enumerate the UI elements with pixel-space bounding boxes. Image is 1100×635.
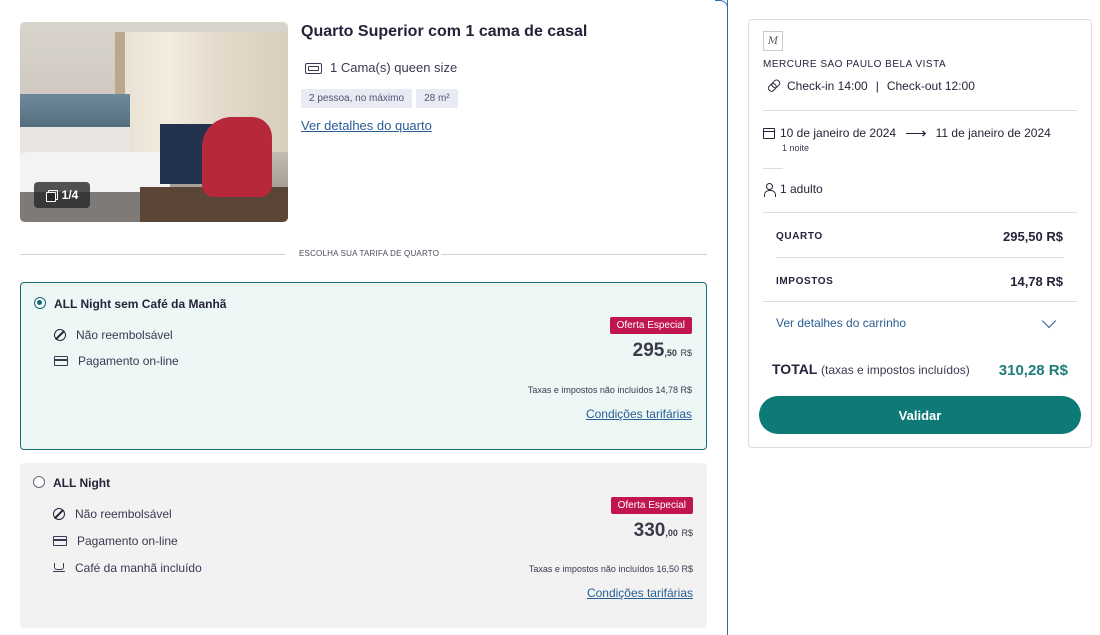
room-chips: 2 pessoa, no máximo 28 m² — [301, 89, 458, 108]
rate-2-taxes-note: Taxas e impostos não incluídos 16,50 R$ — [528, 564, 693, 574]
divider-left — [20, 254, 285, 255]
rate-1-offer-badge: Oferta Especial — [609, 317, 692, 334]
arrow-right-icon: ⟶ — [905, 125, 927, 142]
hotel-logo: M — [763, 31, 783, 51]
rate-option-1[interactable]: ALL Night sem Café da Manhã Não reembols… — [20, 282, 707, 450]
summary-divider-short — [763, 168, 783, 169]
cart-details-link[interactable]: Ver detalhes do carrinho — [776, 316, 906, 330]
room-line-value: 295,50 R$ — [1003, 229, 1063, 244]
price-integer: 295 — [632, 340, 665, 361]
rate-2-offer-badge: Oferta Especial — [610, 497, 693, 514]
feature-label: Não reembolsável — [76, 328, 173, 342]
room-card: 1/4 Quarto Superior com 1 cama de casal … — [0, 0, 728, 635]
guests-text: 1 adulto — [780, 182, 823, 196]
rate-2-feature-breakfast: Café da manhã incluído — [53, 561, 202, 575]
check-times: Check-in 14:00 | Check-out 12:00 — [767, 79, 975, 93]
rate-1-radio[interactable] — [34, 297, 46, 309]
date-to: 11 de janeiro de 2024 — [935, 126, 1051, 140]
user-icon — [764, 182, 776, 197]
rate-2-price: 330,00 R$ — [634, 520, 693, 542]
rate-divider-label: ESCOLHA SUA TARIFA DE QUARTO — [299, 249, 440, 258]
nights-count: 1 noite — [782, 143, 810, 153]
summary-divider — [763, 212, 1077, 213]
rate-1-name: ALL Night sem Café da Manhã — [54, 297, 227, 311]
taxes-line-value: 14,78 R$ — [1010, 274, 1063, 289]
credit-card-icon — [54, 356, 68, 366]
total-note: (taxas e impostos incluídos) — [821, 363, 970, 377]
rate-1-conditions-link[interactable]: Condições tarifárias — [586, 407, 692, 421]
price-currency: R$ — [680, 348, 692, 358]
bed-text: 1 Cama(s) queen size — [330, 60, 458, 75]
gallery-icon — [45, 189, 58, 202]
divider-right — [441, 254, 707, 255]
price-decimal: ,00 — [665, 528, 678, 538]
price-integer: 330 — [633, 520, 666, 541]
rate-2-feature-nonrefundable: Não reembolsável — [53, 507, 172, 521]
area-chip: 28 m² — [416, 89, 458, 108]
total-title: TOTAL — [772, 361, 818, 377]
stay-dates: 10 de janeiro de 2024 ⟶ 11 de janeiro de… — [763, 124, 1051, 142]
photo-chair — [202, 117, 272, 197]
room-photo[interactable]: 1/4 — [20, 22, 288, 222]
bed-icon — [305, 61, 322, 74]
rate-1-feature-nonrefundable: Não reembolsável — [54, 328, 173, 342]
room-details-link[interactable]: Ver detalhes do quarto — [301, 118, 432, 133]
credit-card-icon — [53, 536, 67, 546]
price-decimal: ,50 — [664, 348, 677, 358]
feature-label: Café da manhã incluído — [75, 561, 202, 575]
calendar-icon — [763, 127, 775, 139]
non-refundable-icon — [54, 329, 66, 341]
bed-info: 1 Cama(s) queen size — [305, 60, 457, 75]
summary-divider — [776, 257, 1064, 258]
price-currency: R$ — [681, 528, 693, 538]
rate-option-2[interactable]: ALL Night Não reembolsável Pagamento on-… — [20, 463, 707, 628]
summary-divider — [763, 110, 1077, 111]
checkin-time: Check-in 14:00 — [787, 79, 868, 93]
booking-summary: M MERCURE SAO PAULO BELA VISTA Check-in … — [748, 19, 1092, 448]
rate-2-feature-payment: Pagamento on-line — [53, 534, 178, 548]
feature-label: Pagamento on-line — [78, 354, 179, 368]
total-value: 310,28 R$ — [998, 362, 1068, 379]
photo-counter[interactable]: 1/4 — [34, 182, 90, 208]
rate-2-conditions-link[interactable]: Condições tarifárias — [587, 586, 693, 600]
rate-1-feature-payment: Pagamento on-line — [54, 354, 179, 368]
room-line-label: QUARTO — [776, 231, 823, 242]
non-refundable-icon — [53, 508, 65, 520]
link-icon — [765, 78, 781, 94]
summary-divider — [763, 301, 1077, 302]
guests: 1 adulto — [764, 182, 823, 197]
checkout-time: Check-out 12:00 — [886, 79, 975, 93]
rate-2-radio[interactable] — [33, 476, 45, 488]
rate-2-name: ALL Night — [53, 476, 111, 490]
feature-label: Não reembolsável — [75, 507, 172, 521]
rate-1-taxes-note: Taxas e impostos não incluídos 14,78 R$ — [527, 385, 692, 395]
date-from: 10 de janeiro de 2024 — [780, 126, 897, 140]
room-title: Quarto Superior com 1 cama de casal — [301, 23, 588, 40]
chevron-down-icon[interactable] — [1041, 313, 1057, 329]
taxes-line-label: IMPOSTOS — [776, 276, 834, 287]
capacity-chip: 2 pessoa, no máximo — [301, 89, 413, 108]
separator: | — [875, 79, 879, 93]
feature-label: Pagamento on-line — [77, 534, 178, 548]
rate-1-price: 295,50 R$ — [633, 340, 692, 362]
total-label: TOTAL (taxas e impostos incluídos) — [772, 361, 970, 377]
coffee-cup-icon — [53, 563, 65, 573]
photo-counter-text: 1/4 — [61, 188, 79, 202]
validate-button[interactable]: Validar — [759, 396, 1081, 434]
hotel-name: MERCURE SAO PAULO BELA VISTA — [763, 59, 947, 70]
